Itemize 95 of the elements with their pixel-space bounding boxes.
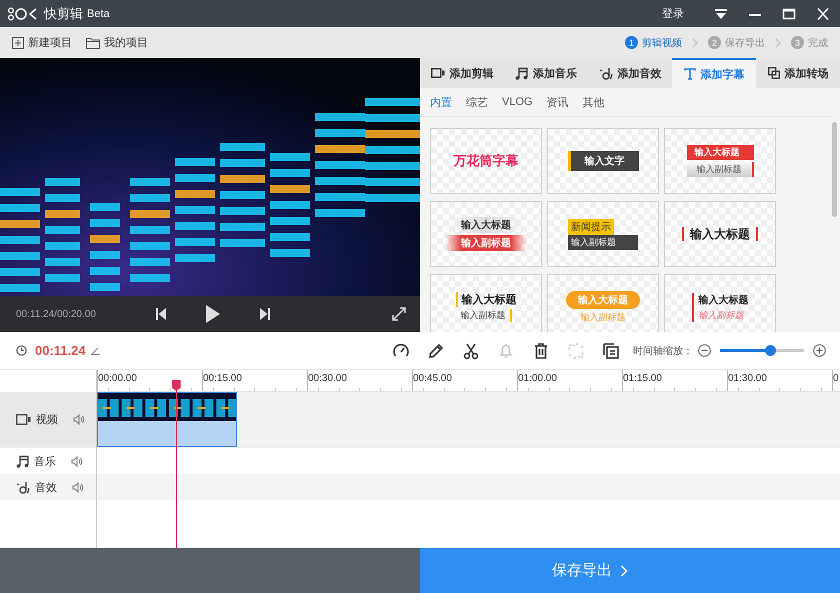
caption-subtitle: 输入副标题	[460, 309, 512, 322]
speed-icon[interactable]	[392, 342, 410, 360]
playback-time: 00:11.24/00:20.00	[16, 308, 97, 320]
caption-template-card[interactable]: 万花筒字幕	[430, 128, 542, 194]
caption-title: 万花筒字幕	[454, 152, 518, 170]
sound-effect-icon	[598, 66, 612, 80]
camera-icon	[430, 67, 444, 79]
speaker-icon[interactable]	[72, 482, 84, 492]
panel-tab[interactable]: 添加音效	[588, 58, 672, 88]
fullscreen-icon[interactable]	[392, 307, 406, 321]
panel-tab[interactable]: 添加剪辑	[420, 58, 504, 88]
track-label: 音乐	[34, 454, 57, 468]
beta-label: Beta	[87, 8, 110, 20]
accent-bar	[756, 227, 758, 241]
plus-box-icon	[12, 36, 24, 48]
ruler-time-label: 00:00.00	[98, 372, 138, 384]
ruler-time-label: 00:30.00	[308, 372, 348, 384]
category-tab[interactable]: 内置	[430, 94, 452, 110]
login-link[interactable]: 登录	[662, 6, 684, 21]
caption-subtitle: 输入副标题	[445, 235, 527, 251]
caption-template-card[interactable]: 输入文字	[547, 128, 659, 194]
caption-template-card[interactable]: 输入大标题 输入副标题	[430, 201, 542, 267]
category-tab[interactable]: 综艺	[466, 94, 488, 110]
video-clip[interactable]	[97, 392, 237, 447]
panel-tab[interactable]: 添加字幕	[672, 58, 756, 88]
edit-icon[interactable]	[90, 346, 100, 355]
ruler-time-label: 00:45.00	[413, 372, 453, 384]
caption-title: 输入大标题	[698, 294, 748, 306]
zoom-slider-thumb[interactable]	[765, 345, 776, 356]
track-label: 视频	[36, 413, 59, 427]
panel-tab[interactable]: 添加音乐	[504, 58, 588, 88]
category-tab[interactable]: VLOG	[502, 96, 533, 108]
ruler-time-label: 01:00.00	[518, 372, 558, 384]
zoom-out-icon[interactable]	[698, 344, 711, 357]
caption-title: 新闻提示	[568, 218, 614, 234]
pencil-icon[interactable]	[427, 342, 445, 360]
track-label: 音效	[35, 480, 58, 494]
step-number: 2	[708, 36, 721, 49]
new-project-button[interactable]: 新建项目	[12, 35, 72, 50]
caption-title: 输入大标题	[566, 290, 640, 308]
ruler-time-label: 01:15.00	[623, 372, 663, 384]
overlap-squares-icon	[768, 67, 780, 79]
caption-template-card[interactable]: 输入大标题 输入副标题	[430, 274, 542, 332]
ruler-time-label: 0	[833, 372, 840, 384]
chevron-icon	[692, 38, 698, 48]
copy-icon[interactable]	[602, 342, 620, 360]
speaker-icon[interactable]	[71, 456, 83, 466]
caption-template-card[interactable]: 新闻提示 输入副标题	[547, 201, 659, 267]
text-icon	[684, 68, 696, 80]
caption-subtitle: 输入副标题	[580, 310, 626, 324]
caption-template-card[interactable]: 输入大标题	[664, 201, 776, 267]
step-number: 3	[791, 36, 804, 49]
step-label: 剪辑视频	[642, 36, 682, 50]
caption-subtitle: 输入副标题	[568, 234, 638, 250]
sound-effect-icon	[16, 480, 30, 494]
speaker-icon[interactable]	[73, 414, 85, 425]
caption-template-card[interactable]: 输入大标题 输入副标题	[664, 128, 776, 194]
step-number: 1	[625, 36, 638, 49]
chevron-icon	[775, 38, 781, 48]
category-tab[interactable]: 其他	[582, 94, 605, 110]
folder-icon	[86, 36, 100, 48]
zoom-label: 时间轴缩放：	[633, 344, 693, 358]
trash-icon[interactable]	[532, 342, 550, 360]
ruler-time-label: 01:30.00	[728, 372, 768, 384]
caption-subtitle: 输入副标题	[686, 162, 754, 177]
close-icon[interactable]	[816, 8, 830, 20]
camera-icon	[16, 414, 31, 425]
music-note-icon	[16, 454, 29, 468]
caption-subtitle: 输入副标题	[698, 308, 744, 322]
current-time: 00:11.24	[35, 343, 86, 358]
maximize-icon[interactable]	[782, 8, 796, 20]
logo-icon	[8, 6, 38, 20]
category-tab[interactable]: 资讯	[546, 94, 569, 110]
caption-title: 输入大标题	[686, 145, 754, 160]
dropdown-icon[interactable]	[714, 8, 728, 20]
music-note-icon	[515, 66, 528, 80]
my-projects-button[interactable]: 我的项目	[86, 35, 148, 50]
step-label: 完成	[808, 36, 828, 50]
caption-title: 输入大标题	[456, 292, 516, 307]
step-label: 保存导出	[725, 36, 765, 50]
scissors-icon[interactable]	[462, 342, 480, 360]
zoom-in-icon[interactable]	[813, 344, 826, 357]
previous-icon[interactable]	[156, 308, 166, 320]
accent-bar	[682, 227, 684, 241]
play-icon[interactable]	[206, 305, 220, 323]
ruler-time-label: 00:15.00	[203, 372, 243, 384]
caption-template-card[interactable]: 输入大标题 输入副标题	[664, 274, 776, 332]
scrollbar-thumb[interactable]	[832, 122, 837, 217]
caption-title: 输入文字	[568, 151, 638, 171]
chevron-icon	[620, 564, 628, 576]
caption-title: 输入大标题	[690, 226, 750, 242]
clock-icon	[16, 345, 27, 356]
next-icon[interactable]	[260, 308, 270, 320]
app-title: 快剪辑	[44, 4, 83, 22]
panel-tab[interactable]: 添加转场	[756, 58, 840, 88]
